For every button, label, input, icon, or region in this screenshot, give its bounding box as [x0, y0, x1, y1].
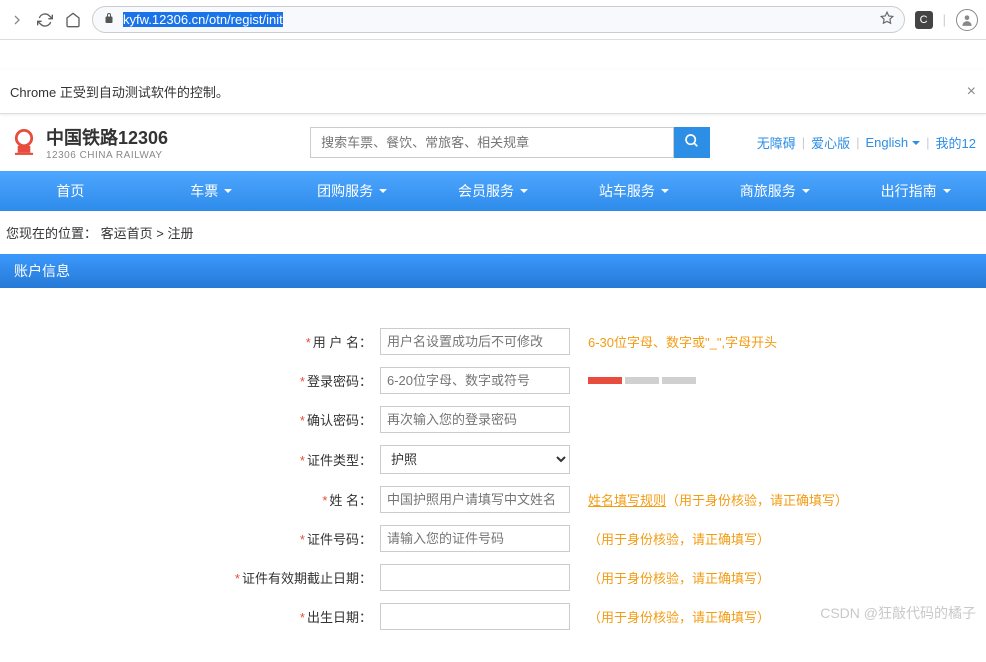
- breadcrumb: 您现在的位置： 客运首页 > 注册: [0, 211, 986, 254]
- chevron-down-icon: [379, 189, 387, 193]
- section-title: 账户信息: [14, 263, 70, 279]
- name-hint: 姓名填写规则（用于身份核验，请正确填写）: [588, 490, 848, 509]
- chevron-down-icon: [520, 189, 528, 193]
- row-id-type: *证件类型： 护照: [0, 445, 986, 474]
- reload-icon[interactable]: [36, 11, 54, 29]
- search-button[interactable]: [674, 127, 710, 158]
- nav-member[interactable]: 会员服务: [423, 171, 564, 211]
- link-english[interactable]: English: [866, 135, 921, 150]
- nav-group[interactable]: 团购服务: [282, 171, 423, 211]
- birthdate-hint: （用于身份核验，请正确填写）: [588, 607, 770, 626]
- password-strength: [588, 377, 696, 384]
- lock-icon: [103, 12, 115, 27]
- train-logo-icon: [10, 129, 38, 157]
- name-input[interactable]: [380, 486, 570, 513]
- main-nav: 首页 车票 团购服务 会员服务 站车服务 商旅服务 出行指南: [0, 171, 986, 211]
- chevron-down-icon: [661, 189, 669, 193]
- username-input[interactable]: [380, 328, 570, 355]
- chevron-down-icon: [802, 189, 810, 193]
- birthdate-input[interactable]: [380, 603, 570, 630]
- row-username: *用 户 名： 6-30位字母、数字或"_",字母开头: [0, 328, 986, 355]
- nav-business[interactable]: 商旅服务: [704, 171, 845, 211]
- link-accessible[interactable]: 无障碍: [757, 133, 796, 152]
- logo-cn-text: 中国铁路12306: [46, 124, 168, 150]
- notification-bar: Chrome 正受到自动测试软件的控制。 ×: [0, 70, 986, 114]
- extension-icon[interactable]: C: [915, 11, 933, 29]
- bc-home[interactable]: 客运首页: [101, 226, 153, 241]
- id-expiry-hint: （用于身份核验，请正确填写）: [588, 568, 770, 587]
- id-type-select[interactable]: 护照: [380, 445, 570, 474]
- section-header: 账户信息: [0, 254, 986, 288]
- name-rule-link[interactable]: 姓名填写规则: [588, 493, 666, 508]
- sep: |: [802, 135, 805, 150]
- nav-station[interactable]: 站车服务: [563, 171, 704, 211]
- forward-icon[interactable]: [8, 11, 26, 29]
- site-header: 中国铁路12306 12306 CHINA RAILWAY 无障碍 | 爱心版 …: [0, 114, 986, 171]
- search-input[interactable]: [310, 127, 674, 158]
- address-bar[interactable]: kyfw.12306.cn/otn/regist/init: [92, 6, 905, 33]
- link-my12306[interactable]: 我的12: [936, 133, 976, 152]
- logo-en-text: 12306 CHINA RAILWAY: [46, 150, 168, 161]
- confirm-password-input[interactable]: [380, 406, 570, 433]
- id-number-hint: （用于身份核验，请正确填写）: [588, 529, 770, 548]
- header-search: [310, 127, 710, 158]
- row-id-expiry: *证件有效期截止日期： （用于身份核验，请正确填写）: [0, 564, 986, 591]
- row-password: *登录密码：: [0, 367, 986, 394]
- chevron-down-icon: [224, 189, 232, 193]
- url-selected: kyfw.12306.cn/otn/regist/init: [123, 12, 283, 27]
- row-name: *姓 名： 姓名填写规则（用于身份核验，请正确填写）: [0, 486, 986, 513]
- header-links: 无障碍 | 爱心版 | English | 我的12: [757, 133, 976, 152]
- bc-sep: >: [156, 226, 167, 241]
- id-expiry-input[interactable]: [380, 564, 570, 591]
- home-icon[interactable]: [64, 11, 82, 29]
- toolbar-sep: |: [943, 12, 946, 27]
- link-care[interactable]: 爱心版: [811, 133, 850, 152]
- row-confirm-password: *确认密码：: [0, 406, 986, 433]
- star-icon[interactable]: [880, 11, 894, 28]
- chevron-down-icon: [943, 189, 951, 193]
- nav-guide[interactable]: 出行指南: [845, 171, 986, 211]
- notification-text: Chrome 正受到自动测试软件的控制。: [10, 82, 229, 101]
- bc-current: 注册: [168, 226, 194, 241]
- nav-tickets[interactable]: 车票: [141, 171, 282, 211]
- row-id-number: *证件号码： （用于身份核验，请正确填写）: [0, 525, 986, 552]
- browser-toolbar: kyfw.12306.cn/otn/regist/init C |: [0, 0, 986, 40]
- id-number-input[interactable]: [380, 525, 570, 552]
- chevron-down-icon: [912, 141, 920, 145]
- site-logo[interactable]: 中国铁路12306 12306 CHINA RAILWAY: [10, 124, 168, 161]
- close-icon[interactable]: ×: [967, 83, 976, 101]
- url-text: kyfw.12306.cn/otn/regist/init: [123, 12, 872, 27]
- nav-home[interactable]: 首页: [0, 171, 141, 211]
- password-input[interactable]: [380, 367, 570, 394]
- watermark: CSDN @狂敲代码的橘子: [820, 603, 976, 623]
- search-icon: [684, 133, 700, 152]
- profile-icon[interactable]: [956, 9, 978, 31]
- sep: |: [856, 135, 859, 150]
- sep: |: [926, 135, 929, 150]
- username-hint: 6-30位字母、数字或"_",字母开头: [588, 332, 777, 351]
- bc-prefix: 您现在的位置：: [6, 226, 97, 241]
